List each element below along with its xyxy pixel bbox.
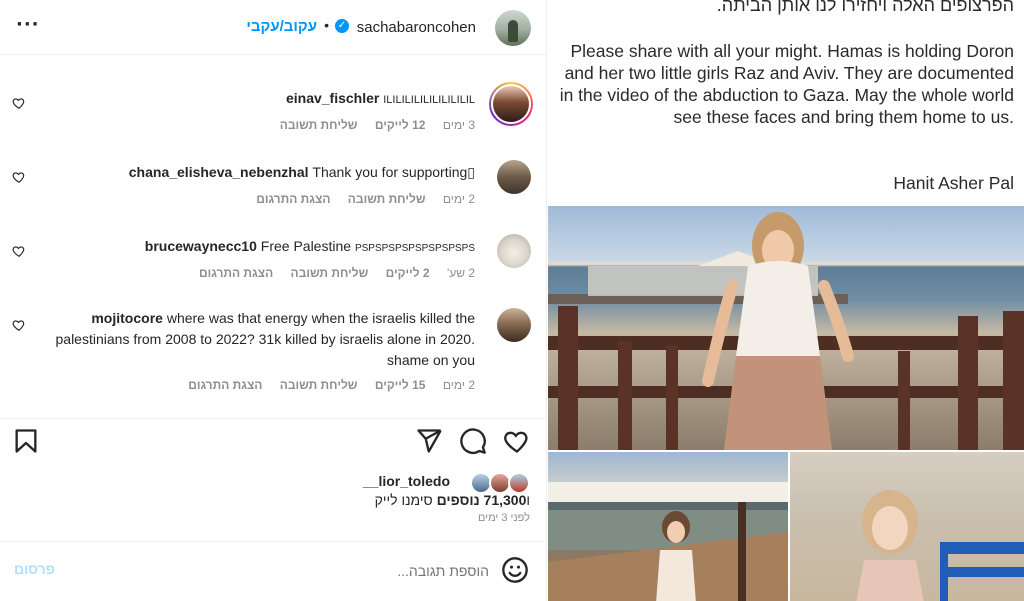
likes-count-prefix: ו [526,492,530,508]
comment-likes-link[interactable]: 15 לייקים [375,378,426,392]
likes-count-more: נוספים [436,492,480,508]
likes-count-number: 71,300 [483,492,527,508]
comment-time: 2 ימים [442,192,475,206]
photo-woman-at-pier [548,206,1024,450]
comment-item: einav_fischler ILILILILILILILILILIL 3 ימ… [0,82,547,142]
post-image-english-text: Please share with all your might. Hamas … [559,41,1014,127]
reply-button[interactable]: שליחת תשובה [291,266,369,280]
comment-body: ILILILILILILILILILIL [383,94,475,106]
comment-meta: 3 ימים 12 לייקים שליחת תשובה [266,118,475,132]
commenter-avatar[interactable] [497,160,531,194]
likes-count-suffix: סימנו לייק [374,492,433,508]
emoji-smiley-icon[interactable] [501,556,529,584]
like-comment-heart-icon[interactable] [12,170,26,184]
photo-girl-on-beach [790,450,1024,601]
share-paper-plane-icon[interactable] [415,427,443,455]
liker-avatar [508,472,530,494]
comment-meta: 2 ימים שליחת תשובה הצגת התרגום [242,192,475,206]
post-image-text-area: הפרצופים האלה ויחזירו לנו אותן הביתה. Pl… [548,0,1024,205]
comments-panel: sachabaroncohen ✓ • עקוב/עקבי ··· einav_… [0,0,547,601]
author-avatar[interactable] [495,10,531,46]
comment-text: mojitocore where was that energy when th… [45,308,476,371]
likes-count[interactable]: ו71,300 נוספים סימנו לייק [375,492,530,508]
comment-text: einav_fischler ILILILILILILILILILIL [45,88,475,111]
commenter-avatar[interactable] [489,82,533,126]
comment-time: 2 שע' [446,266,475,280]
comment-item: brucewaynecc10 Free Palestine PSPSPSPSPS… [0,234,547,290]
follow-button[interactable]: עקוב/עקבי [246,18,317,35]
post-action-bar [0,418,547,462]
like-comment-heart-icon[interactable] [12,244,26,258]
verified-badge-icon: ✓ [335,19,349,33]
comment-text: brucewaynecc10 Free Palestine PSPSPSPSPS… [45,236,475,259]
comment-likes-link[interactable]: 2 לייקים [386,266,430,280]
see-translation-button[interactable]: הצגת התרגום [188,378,262,392]
see-translation-button[interactable]: הצגת התרגום [199,266,273,280]
like-comment-heart-icon[interactable] [12,318,26,332]
header-separator: • [324,17,329,33]
like-heart-icon[interactable] [503,427,531,455]
comment-text: chana_elisheva_nebenzhal Thank you for s… [45,162,475,183]
comment-time: 2 ימים [442,378,475,392]
author-username[interactable]: sachabaroncohen [357,19,476,36]
post-comment-button[interactable]: פרסום [14,561,55,577]
see-translation-button[interactable]: הצגת התרגום [256,192,330,206]
post-image[interactable]: הפרצופים האלה ויחזירו לנו אותן הביתה. Pl… [548,0,1024,601]
add-comment-bar: פרסום [0,541,547,601]
reply-button[interactable]: שליחת תשובה [280,118,358,132]
comment-likes-link[interactable]: 12 לייקים [375,118,426,132]
comment-meta: 2 ימים 15 לייקים שליחת תשובה הצגת התרגום [174,378,475,392]
comment-body: Free Palestine PSPSPSPSPSPSPSPSPS [260,238,475,254]
commenter-avatar[interactable] [497,234,531,268]
comment-item: mojitocore where was that energy when th… [0,308,547,398]
post-header: sachabaroncohen ✓ • עקוב/עקבי ··· [0,0,547,55]
commenter-username[interactable]: brucewaynecc10 [145,238,257,254]
comment-time: 3 ימים [442,118,475,132]
post-image-signature: Hanit Asher Pal [893,173,1014,193]
commenter-username[interactable]: einav_fischler [286,90,379,106]
commenter-avatar[interactable] [497,308,531,342]
comment-meta: 2 שע' 2 לייקים שליחת תשובה הצגת התרגום [185,266,475,280]
liked-by-username[interactable]: lior_toledo__ [363,473,450,489]
add-comment-input[interactable] [229,560,489,582]
photo-girl-on-boardwalk [548,450,788,601]
reply-button[interactable]: שליחת תשובה [348,192,426,206]
commenter-username[interactable]: mojitocore [91,310,163,326]
more-options-icon[interactable]: ··· [16,14,40,35]
save-bookmark-icon[interactable] [12,427,40,455]
commenter-username[interactable]: chana_elisheva_nebenzhal [129,164,309,180]
post-time-ago[interactable]: לפני 3 ימים [478,512,530,524]
reply-button[interactable]: שליחת תשובה [280,378,358,392]
post-image-hebrew-line: הפרצופים האלה ויחזירו לנו אותן הביתה. [716,0,1014,15]
comment-bubble-icon[interactable] [459,427,487,455]
comment-body: Thank you for supporting▯ [312,164,475,180]
comment-item: chana_elisheva_nebenzhal Thank you for s… [0,160,547,216]
like-comment-heart-icon[interactable] [12,96,26,110]
